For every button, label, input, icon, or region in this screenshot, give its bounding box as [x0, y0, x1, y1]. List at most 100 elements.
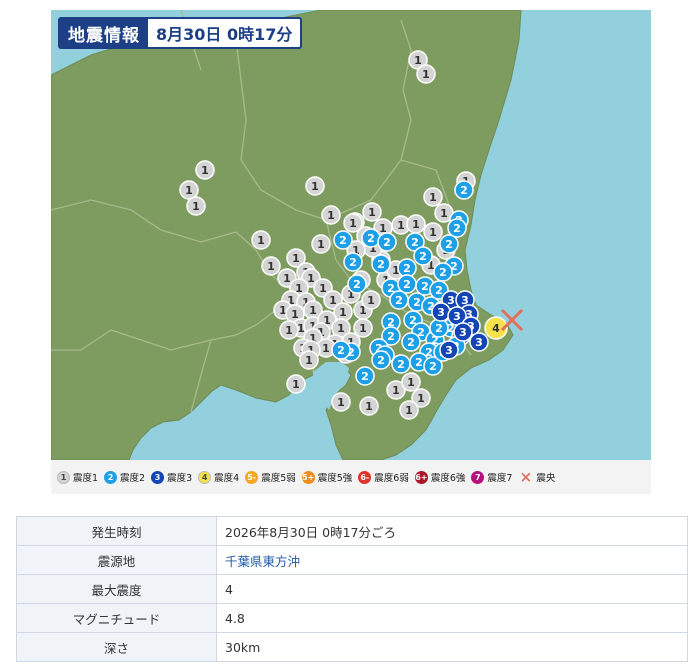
map-title-badge: 地震情報 8月30日 0時17分: [58, 17, 303, 49]
intensity-marker-2: 2: [429, 318, 449, 338]
svg-text:1: 1: [292, 378, 300, 391]
svg-text:2: 2: [435, 322, 443, 335]
svg-text:1: 1: [405, 404, 413, 417]
svg-text:2: 2: [439, 266, 447, 279]
legend-item: 6- 震度6弱: [358, 470, 409, 484]
intensity-marker-1: 1: [401, 372, 421, 392]
legend-label: 震度5強: [317, 473, 353, 484]
intensity-marker-1: 1: [286, 374, 306, 394]
legend-label: 震度2: [120, 473, 146, 484]
legend-item: 6+ 震度6強: [414, 470, 465, 484]
svg-text:3: 3: [453, 310, 461, 323]
svg-text:1: 1: [397, 219, 405, 232]
svg-text:1: 1: [309, 304, 317, 317]
svg-text:1: 1: [337, 322, 345, 335]
legend-badge: 6-: [358, 470, 372, 484]
legend-item: 2 震度2: [104, 470, 145, 484]
intensity-marker-2: 2: [439, 234, 459, 254]
svg-text:1: 1: [429, 226, 437, 239]
intensity-marker-1: 1: [331, 392, 351, 412]
intensity-marker-2: 2: [447, 218, 467, 238]
intensity-marker-1: 1: [195, 160, 215, 180]
svg-text:2: 2: [403, 278, 411, 291]
info-key: 最大震度: [16, 574, 217, 604]
svg-text:1: 1: [414, 54, 422, 67]
intensity-marker-1: 1: [279, 320, 299, 340]
svg-text:1: 1: [365, 400, 373, 413]
legend-item: 5- 震度5弱: [245, 470, 296, 484]
intensity-marker-1: 1: [251, 230, 271, 250]
svg-text:2: 2: [407, 336, 415, 349]
svg-text:1: 1: [311, 180, 319, 193]
intensity-marker-3: 3: [453, 322, 473, 342]
intensity-marker-2: 2: [433, 262, 453, 282]
map-title-label: 地震情報: [60, 19, 148, 47]
legend-item: 4 震度4: [198, 470, 239, 484]
intensity-marker-1: 1: [311, 234, 331, 254]
svg-text:2: 2: [421, 280, 429, 293]
info-key: 発生時刻: [16, 516, 217, 546]
earthquake-map: 1111111111111111111111111111111111111111…: [51, 10, 651, 460]
intensity-marker-2: 2: [401, 332, 421, 352]
legend-badge: 4: [198, 470, 212, 484]
intensity-marker-2: 2: [397, 274, 417, 294]
intensity-marker-2: 2: [347, 274, 367, 294]
legend-badge: 5+: [301, 470, 315, 484]
svg-text:1: 1: [412, 218, 420, 231]
info-value: 2026年8月30日 0時17分ごろ: [216, 516, 688, 546]
svg-text:2: 2: [383, 236, 391, 249]
svg-text:3: 3: [459, 326, 467, 339]
intensity-marker-2: 2: [454, 180, 474, 200]
info-row: 深さ 30km: [16, 632, 688, 662]
intensity-marker-1: 1: [406, 214, 426, 234]
intensity-marker-1: 1: [423, 187, 443, 207]
svg-text:1: 1: [337, 396, 345, 409]
legend-item: 7 震度7: [471, 470, 512, 484]
info-row: 発生時刻 2026年8月30日 0時17分ごろ: [16, 516, 688, 546]
svg-text:1: 1: [339, 306, 347, 319]
intensity-marker-1: 1: [423, 222, 443, 242]
svg-text:1: 1: [267, 260, 275, 273]
svg-text:2: 2: [361, 370, 369, 383]
svg-text:2: 2: [460, 184, 468, 197]
svg-text:1: 1: [327, 209, 335, 222]
legend-badge: 5-: [245, 470, 259, 484]
intensity-marker-2: 2: [355, 366, 375, 386]
svg-text:1: 1: [285, 324, 293, 337]
intensity-marker-2: 2: [361, 228, 381, 248]
svg-text:1: 1: [185, 184, 193, 197]
svg-text:3: 3: [447, 294, 455, 307]
intensity-marker-2: 2: [391, 354, 411, 374]
info-value: 30km: [216, 632, 688, 662]
intensity-marker-1: 1: [333, 302, 353, 322]
info-key: 深さ: [16, 632, 217, 662]
legend-label: 震度5弱: [261, 473, 296, 484]
intensity-marker-2: 2: [331, 340, 351, 360]
legend-badge: 6+: [414, 470, 428, 484]
intensity-marker-2: 2: [371, 254, 391, 274]
legend-label: 震度7: [487, 473, 513, 484]
info-row: 震源地 千葉県東方沖: [16, 545, 688, 575]
svg-text:2: 2: [339, 234, 347, 247]
svg-text:2: 2: [377, 354, 385, 367]
svg-text:2: 2: [415, 356, 423, 369]
svg-text:3: 3: [437, 306, 445, 319]
svg-text:2: 2: [349, 256, 357, 269]
epicenter-link[interactable]: 千葉県東方沖: [225, 554, 300, 569]
info-key: 震源地: [16, 545, 217, 575]
legend-item: × 震央: [518, 468, 556, 486]
svg-text:3: 3: [475, 336, 483, 349]
svg-text:2: 2: [387, 330, 395, 343]
legend-badge: 2: [104, 470, 118, 484]
svg-text:1: 1: [192, 200, 200, 213]
intensity-marker-2: 2: [413, 246, 433, 266]
intensity-marker-2: 2: [343, 252, 363, 272]
intensity-marker-3: 3: [469, 332, 489, 352]
svg-text:1: 1: [322, 342, 330, 355]
intensity-marker-1: 1: [361, 290, 381, 310]
svg-text:2: 2: [367, 232, 375, 245]
svg-text:1: 1: [305, 354, 313, 367]
svg-text:1: 1: [359, 322, 367, 335]
intensity-marker-1: 1: [362, 202, 382, 222]
svg-text:1: 1: [307, 272, 315, 285]
